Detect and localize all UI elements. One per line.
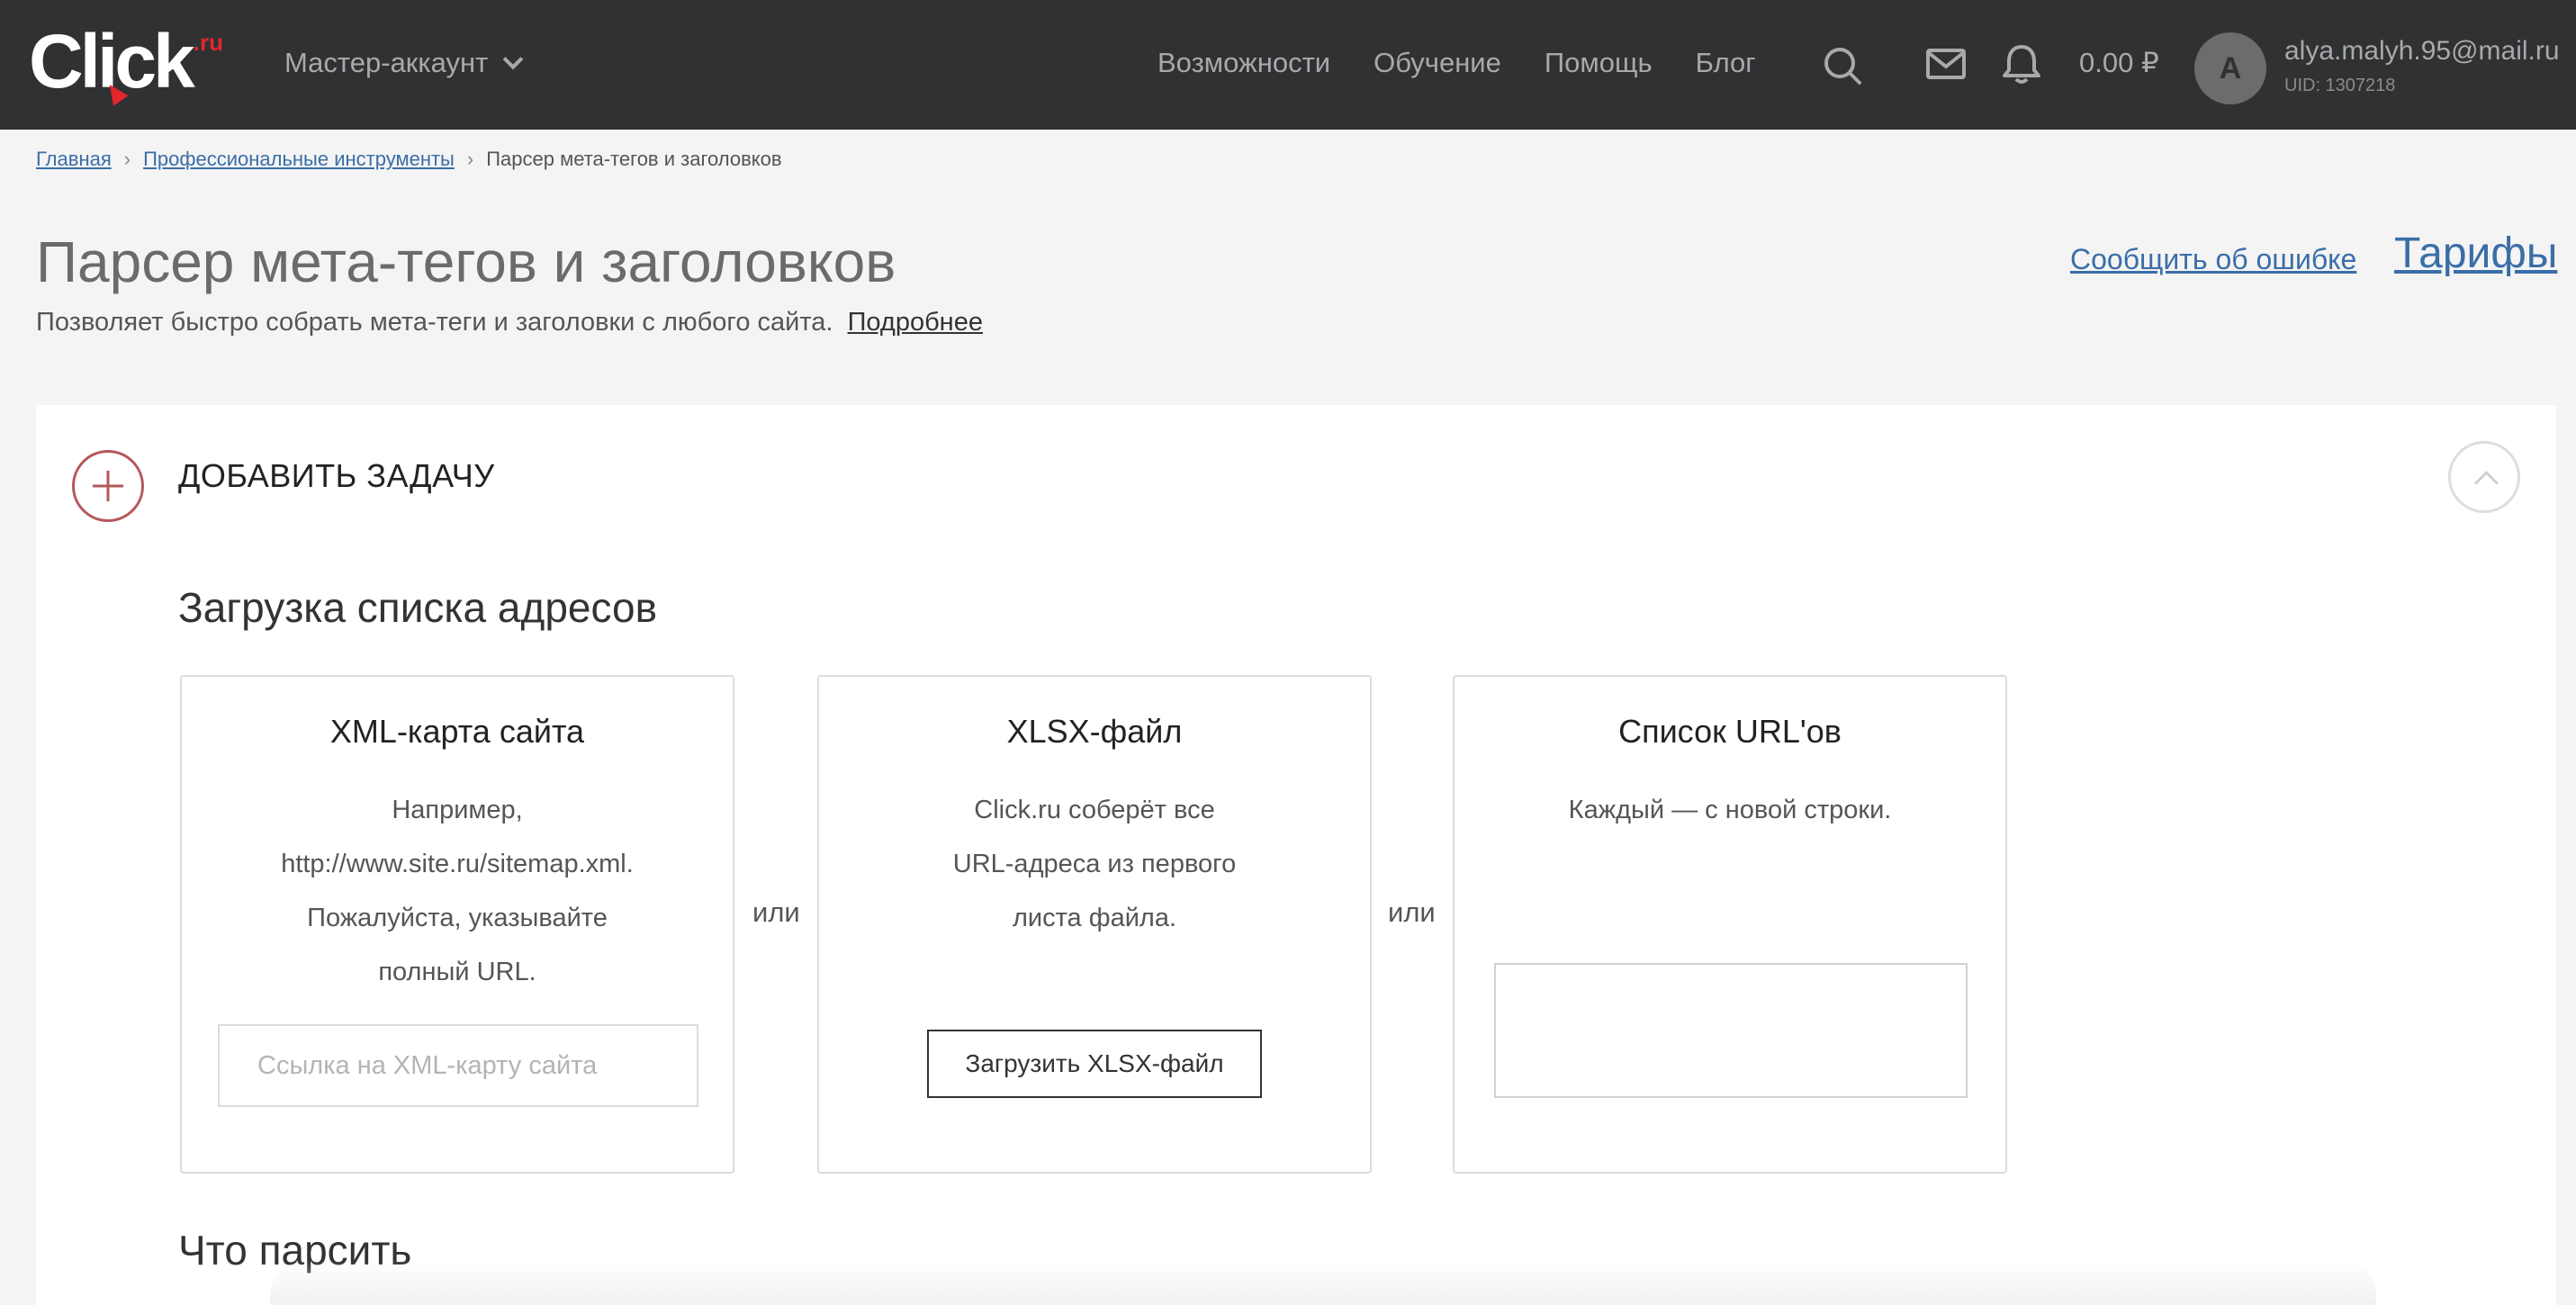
page-description: Позволяет быстро собрать мета-теги и заг… — [36, 308, 833, 337]
xml-desc-line: Пожалуйста, указывайте — [307, 904, 608, 932]
url-list-card-title: Список URL'ов — [1618, 713, 1842, 750]
xlsx-desc-line: листа файла. — [1012, 904, 1177, 932]
add-task-panel: ДОБАВИТЬ ЗАДАЧУ Загрузка списка адресов … — [36, 405, 2556, 1305]
xml-sitemap-url-input[interactable] — [218, 1024, 698, 1107]
account-switch-label: Мастер-аккаунт — [284, 47, 489, 78]
xml-desc-line: полный URL. — [378, 958, 536, 986]
user-email[interactable]: alya.malyh.95@mail.ru — [2284, 36, 2560, 67]
nav-help[interactable]: Помощь — [1545, 47, 1653, 79]
logo-suffix: .ru — [193, 29, 224, 56]
breadcrumb-home[interactable]: Главная — [36, 148, 112, 171]
breadcrumb-separator: › — [466, 148, 474, 170]
page-title: Парсер мета-тегов и заголовков — [36, 230, 896, 294]
page-subtitle: Позволяет быстро собрать мета-теги и заг… — [36, 308, 983, 338]
xml-card-description: Например, http://www.site.ru/sitemap.xml… — [218, 783, 697, 999]
url-list-card-description: Каждый — с новой строки. — [1491, 783, 1969, 837]
xml-card-title: XML-карта сайта — [329, 713, 585, 750]
xml-sitemap-card: XML-карта сайта Например, http://www.sit… — [180, 675, 734, 1174]
nav-blog[interactable]: Блог — [1696, 47, 1756, 79]
top-navigation-bar: Click .ru Мастер-аккаунт Возможности Обу… — [0, 0, 2576, 130]
add-task-title[interactable]: ДОБАВИТЬ ЗАДАЧУ — [178, 457, 495, 495]
tariffs-link[interactable]: Тарифы — [2394, 229, 2557, 278]
xlsx-desc-line: Click.ru соберёт все — [974, 796, 1215, 824]
or-separator: или — [1388, 896, 1436, 928]
nav-learning[interactable]: Обучение — [1374, 47, 1501, 79]
more-info-link[interactable]: Подробнее — [848, 308, 983, 337]
main-nav: Возможности Обучение Помощь Блог — [1157, 47, 1756, 79]
next-section-shadow — [270, 1260, 2376, 1305]
breadcrumb-separator: › — [123, 148, 131, 170]
breadcrumb: Главная › Профессиональные инструменты ›… — [36, 148, 782, 171]
bell-icon[interactable] — [2002, 43, 2041, 89]
user-uid: UID: 1307218 — [2284, 76, 2396, 95]
chevron-down-icon — [503, 49, 524, 70]
xlsx-card-description: Click.ru соберёт все URL-адреса из перво… — [855, 783, 1334, 945]
xlsx-desc-line: URL-адреса из первого — [952, 850, 1237, 878]
account-balance[interactable]: 0.00 ₽ — [2079, 47, 2159, 79]
report-error-link[interactable]: Сообщить об ошибке — [2070, 243, 2356, 276]
upload-section-title: Загрузка списка адресов — [178, 584, 658, 631]
breadcrumb-current: Парсер мета-тегов и заголовков — [486, 148, 782, 170]
xml-desc-line: http://www.site.ru/sitemap.xml. — [281, 850, 634, 878]
url-list-card: Список URL'ов Каждый — с новой строки. — [1453, 675, 2007, 1174]
upload-xlsx-button[interactable]: Загрузить XLSX-файл — [927, 1030, 1262, 1098]
add-task-plus-icon[interactable] — [72, 450, 144, 522]
search-icon[interactable] — [1822, 45, 1863, 91]
nav-features[interactable]: Возможности — [1157, 47, 1330, 79]
url-list-textarea[interactable] — [1494, 963, 1968, 1098]
xlsx-file-card: XLSX-файл Click.ru соберёт все URL-адрес… — [817, 675, 1372, 1174]
click-ru-logo[interactable]: Click .ru — [29, 23, 223, 113]
mail-icon[interactable] — [1926, 49, 1966, 84]
avatar[interactable]: A — [2194, 32, 2266, 104]
url-list-desc-line: Каждый — с новой строки. — [1568, 796, 1892, 824]
xlsx-card-title: XLSX-файл — [1006, 713, 1183, 750]
xml-desc-line: Например, — [392, 796, 523, 824]
collapse-chevron-up-icon[interactable] — [2448, 441, 2520, 513]
master-account-dropdown[interactable]: Мастер-аккаунт — [284, 47, 524, 79]
breadcrumb-pro-tools[interactable]: Профессиональные инструменты — [143, 148, 455, 171]
or-separator: или — [752, 896, 800, 928]
